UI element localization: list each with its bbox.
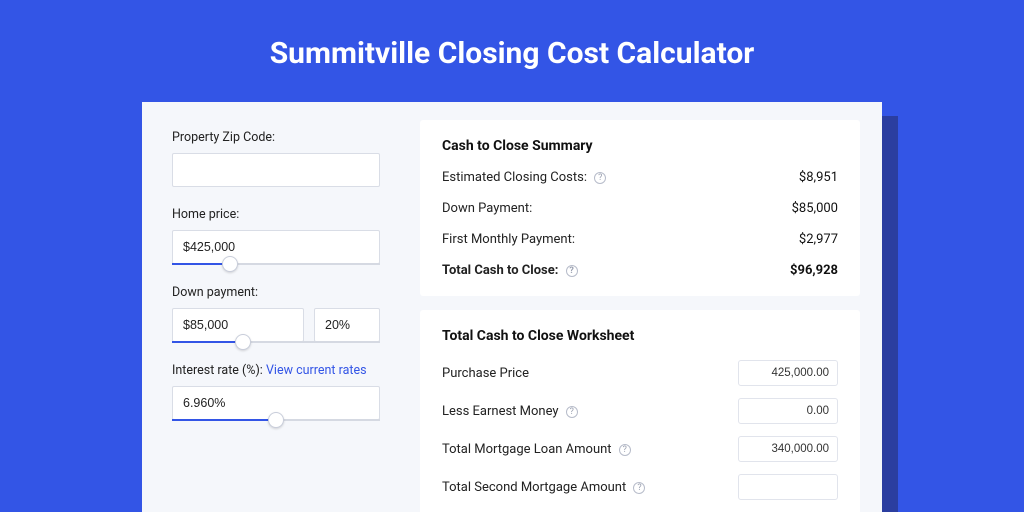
view-rates-link[interactable]: View current rates	[266, 363, 367, 378]
zip-label: Property Zip Code:	[172, 130, 380, 145]
summary-total-label: Total Cash to Close: ?	[442, 263, 578, 278]
summary-row-closing-costs: Estimated Closing Costs: ? $8,951	[442, 170, 838, 185]
worksheet-row-mortgage-amount: Total Mortgage Loan Amount ?	[442, 436, 838, 462]
worksheet-row-label-text: Less Earnest Money	[442, 404, 559, 419]
worksheet-row-label: Total Second Mortgage Amount ?	[442, 480, 645, 495]
interest-label-text: Interest rate (%):	[172, 363, 263, 378]
page-title: Summitville Closing Cost Calculator	[0, 0, 1024, 71]
worksheet-row-earnest-money: Less Earnest Money ?	[442, 398, 838, 424]
help-icon[interactable]: ?	[566, 406, 578, 418]
worksheet-row-label: Less Earnest Money ?	[442, 404, 578, 419]
home-price-field-group: Home price:	[172, 207, 380, 265]
worksheet-earnest-money-input[interactable]	[738, 398, 838, 424]
slider-thumb[interactable]	[235, 334, 251, 350]
worksheet-row-second-mortgage: Total Second Mortgage Amount ?	[442, 474, 838, 500]
summary-row-value: $85,000	[792, 201, 838, 216]
worksheet-title: Total Cash to Close Worksheet	[442, 328, 838, 344]
home-price-input[interactable]	[172, 230, 380, 264]
help-icon[interactable]: ?	[594, 172, 606, 184]
slider-track	[172, 341, 380, 343]
down-payment-field-group: Down payment:	[172, 285, 380, 343]
interest-slider[interactable]	[172, 419, 380, 421]
calculator-card: Property Zip Code: Home price: Down paym…	[142, 102, 882, 512]
help-icon[interactable]: ?	[566, 265, 578, 277]
zip-input[interactable]	[172, 153, 380, 187]
summary-title: Cash to Close Summary	[442, 138, 838, 154]
summary-row-total: Total Cash to Close: ? $96,928	[442, 263, 838, 278]
worksheet-row-label-text: Total Mortgage Loan Amount	[442, 442, 612, 457]
slider-fill	[172, 419, 276, 421]
inputs-panel: Property Zip Code: Home price: Down paym…	[142, 102, 402, 512]
results-column: Cash to Close Summary Estimated Closing …	[420, 102, 882, 512]
interest-label: Interest rate (%): View current rates	[172, 363, 380, 378]
slider-thumb[interactable]	[222, 256, 238, 272]
summary-total-value: $96,928	[790, 263, 838, 278]
summary-row-value: $8,951	[799, 170, 838, 185]
down-payment-row	[172, 308, 380, 342]
zip-field-group: Property Zip Code:	[172, 130, 380, 187]
worksheet-panel: Total Cash to Close Worksheet Purchase P…	[420, 310, 860, 512]
summary-panel: Cash to Close Summary Estimated Closing …	[420, 120, 860, 296]
help-icon[interactable]: ?	[633, 482, 645, 494]
worksheet-second-mortgage-input[interactable]	[738, 474, 838, 500]
summary-row-value: $2,977	[799, 232, 838, 247]
summary-row-label: Estimated Closing Costs: ?	[442, 170, 606, 185]
slider-track	[172, 419, 380, 421]
slider-thumb[interactable]	[268, 412, 284, 428]
summary-total-label-text: Total Cash to Close:	[442, 263, 558, 278]
worksheet-mortgage-amount-input[interactable]	[738, 436, 838, 462]
summary-row-label: Down Payment:	[442, 201, 532, 216]
worksheet-row-purchase-price: Purchase Price	[442, 360, 838, 386]
summary-row-label: First Monthly Payment:	[442, 232, 575, 247]
page-root: Summitville Closing Cost Calculator Prop…	[0, 0, 1024, 512]
summary-row-first-payment: First Monthly Payment: $2,977	[442, 232, 838, 247]
home-price-label: Home price:	[172, 207, 380, 222]
worksheet-purchase-price-input[interactable]	[738, 360, 838, 386]
summary-row-down-payment: Down Payment: $85,000	[442, 201, 838, 216]
down-payment-label: Down payment:	[172, 285, 380, 300]
interest-field-group: Interest rate (%): View current rates	[172, 363, 380, 421]
home-price-slider[interactable]	[172, 263, 380, 265]
summary-row-label-text: Estimated Closing Costs:	[442, 170, 587, 185]
slider-fill	[172, 341, 243, 343]
down-payment-percent-input[interactable]	[314, 308, 380, 342]
worksheet-row-label: Total Mortgage Loan Amount ?	[442, 442, 631, 457]
help-icon[interactable]: ?	[619, 444, 631, 456]
slider-track	[172, 263, 380, 265]
worksheet-row-label: Purchase Price	[442, 366, 529, 381]
down-payment-slider[interactable]	[172, 341, 380, 343]
worksheet-row-label-text: Total Second Mortgage Amount	[442, 480, 626, 495]
